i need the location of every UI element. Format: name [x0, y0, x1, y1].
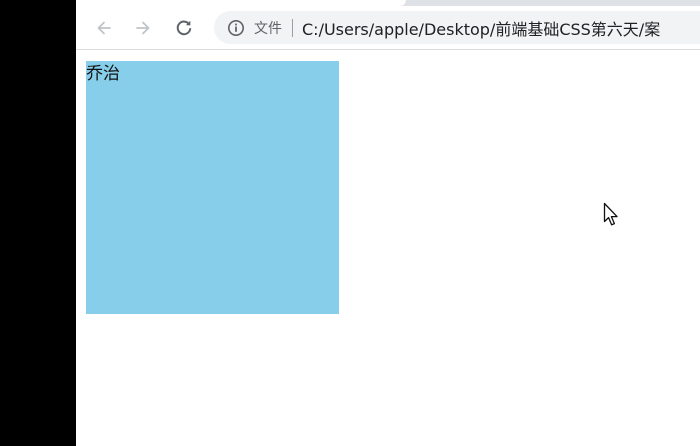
reload-icon — [176, 20, 192, 36]
desktop-background — [0, 0, 76, 446]
browser-toolbar: 文件 C:/Users/apple/Desktop/前端基础CSS第六天/案 — [76, 6, 700, 50]
url-text[interactable]: C:/Users/apple/Desktop/前端基础CSS第六天/案 — [302, 16, 660, 40]
page-viewport: 乔治 — [76, 50, 700, 446]
back-button[interactable] — [90, 14, 118, 42]
arrow-back-icon — [97, 21, 111, 35]
arrow-forward-icon — [136, 21, 150, 35]
chip-divider — [292, 18, 293, 37]
mouse-cursor-icon — [603, 202, 618, 226]
demo-box: 乔治 — [86, 61, 339, 314]
address-bar[interactable]: 文件 C:/Users/apple/Desktop/前端基础CSS第六天/案 — [214, 11, 700, 44]
browser-window: 文件 C:/Users/apple/Desktop/前端基础CSS第六天/案 乔… — [76, 0, 700, 446]
reload-button[interactable] — [170, 14, 198, 42]
info-icon[interactable] — [226, 18, 246, 38]
site-info-chip-label[interactable]: 文件 — [254, 18, 282, 38]
forward-button[interactable] — [129, 14, 157, 42]
demo-box-text: 乔治 — [86, 64, 120, 84]
